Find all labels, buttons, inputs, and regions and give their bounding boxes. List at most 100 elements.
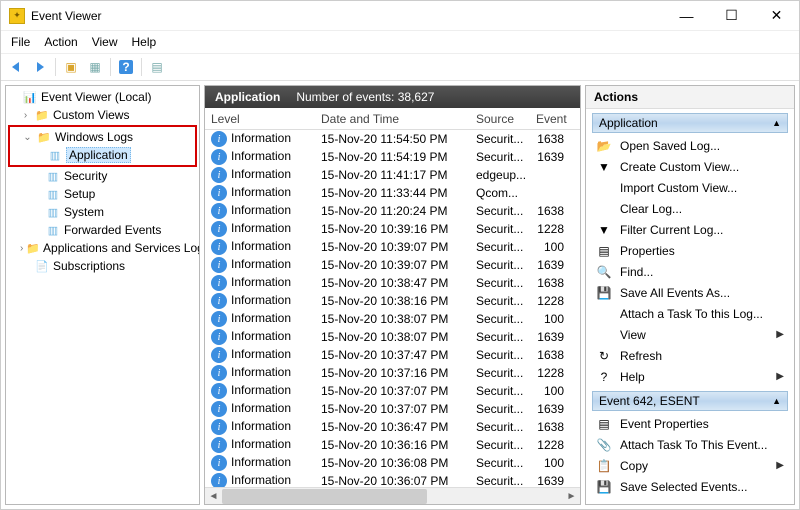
action-item[interactable]: ▤Properties [592, 240, 788, 261]
action-label: Import Custom View... [620, 181, 737, 195]
forward-button[interactable] [29, 56, 51, 78]
tree-subscriptions[interactable]: 📄Subscriptions [8, 257, 197, 275]
action-item[interactable]: 📂Open Saved Log... [592, 135, 788, 156]
info-icon: i [211, 311, 227, 327]
table-row[interactable]: iInformation15-Nov-20 10:38:16 PMSecurit… [205, 292, 580, 310]
action-item[interactable]: ▼Create Custom View... [592, 156, 788, 177]
tree-setup[interactable]: ▥Setup [8, 185, 197, 203]
table-row[interactable]: iInformation15-Nov-20 10:37:07 PMSecurit… [205, 400, 580, 418]
menu-view[interactable]: View [92, 35, 118, 49]
action-label: Event Properties [620, 417, 709, 431]
actions-group-application[interactable]: Application▲ [592, 113, 788, 133]
extra-button[interactable]: ▤ [146, 56, 168, 78]
info-icon: i [211, 203, 227, 219]
info-icon: i [211, 221, 227, 237]
scroll-thumb[interactable] [222, 489, 427, 504]
action-icon [596, 306, 612, 322]
action-item[interactable]: ▼Filter Current Log... [592, 219, 788, 240]
tree-app-services[interactable]: ›📁Applications and Services Logs [8, 239, 197, 257]
action-label: Properties [620, 244, 675, 258]
col-level[interactable]: Level [205, 112, 315, 126]
help-button[interactable]: ? [115, 56, 137, 78]
info-icon: i [211, 239, 227, 255]
table-row[interactable]: iInformation15-Nov-20 10:39:07 PMSecurit… [205, 256, 580, 274]
col-source[interactable]: Source [470, 112, 530, 126]
highlight-box: ⌄📁Windows Logs ▥Application [8, 125, 197, 167]
action-item[interactable]: 🔍Find... [592, 261, 788, 282]
tree-custom-views[interactable]: ›📁Custom Views [8, 106, 197, 124]
close-button[interactable]: ✕ [754, 2, 799, 30]
table-row[interactable]: iInformation15-Nov-20 10:36:07 PMSecurit… [205, 472, 580, 487]
table-row[interactable]: iInformation15-Nov-20 10:38:07 PMSecurit… [205, 310, 580, 328]
table-row[interactable]: iInformation15-Nov-20 10:36:47 PMSecurit… [205, 418, 580, 436]
folder-button[interactable]: ▣ [60, 56, 82, 78]
info-icon: i [211, 365, 227, 381]
minimize-button[interactable]: — [664, 2, 709, 30]
table-row[interactable]: iInformation15-Nov-20 10:36:08 PMSecurit… [205, 454, 580, 472]
event-rows[interactable]: iInformation15-Nov-20 11:54:50 PMSecurit… [205, 130, 580, 487]
tree-system[interactable]: ▥System [8, 203, 197, 221]
collapse-icon: ▲ [772, 118, 781, 128]
column-headers[interactable]: Level Date and Time Source Event I [205, 108, 580, 130]
list-pane: Application Number of events: 38,627 Lev… [204, 85, 581, 505]
tree-root[interactable]: 📊Event Viewer (Local) [8, 88, 197, 106]
action-item[interactable]: ?Help▶ [592, 366, 788, 387]
action-label: Attach a Task To this Log... [620, 307, 763, 321]
action-item[interactable]: Attach a Task To this Log... [592, 303, 788, 324]
action-item[interactable]: 💾Save Selected Events... [592, 476, 788, 497]
table-row[interactable]: iInformation15-Nov-20 11:33:44 PMQcom... [205, 184, 580, 202]
table-row[interactable]: iInformation15-Nov-20 11:20:24 PMSecurit… [205, 202, 580, 220]
info-icon: i [211, 131, 227, 147]
table-row[interactable]: iInformation15-Nov-20 10:39:16 PMSecurit… [205, 220, 580, 238]
table-row[interactable]: iInformation15-Nov-20 10:38:47 PMSecurit… [205, 274, 580, 292]
action-icon [596, 327, 612, 343]
table-row[interactable]: iInformation15-Nov-20 11:41:17 PMedgeup.… [205, 166, 580, 184]
action-item[interactable]: Clear Log... [592, 198, 788, 219]
action-icon: ? [596, 369, 612, 385]
actions-pane: Actions Application▲ 📂Open Saved Log...▼… [585, 85, 795, 505]
action-label: Save All Events As... [620, 286, 730, 300]
horizontal-scrollbar[interactable]: ◄ ► [205, 487, 580, 504]
table-row[interactable]: iInformation15-Nov-20 11:54:19 PMSecurit… [205, 148, 580, 166]
actions-group-event[interactable]: Event 642, ESENT▲ [592, 391, 788, 411]
action-icon: ▤ [596, 416, 612, 432]
list-title: Application [215, 90, 280, 104]
action-item[interactable]: 💾Save All Events As... [592, 282, 788, 303]
action-item[interactable]: 📎Attach Task To This Event... [592, 434, 788, 455]
menu-file[interactable]: File [11, 35, 30, 49]
table-row[interactable]: iInformation15-Nov-20 10:38:07 PMSecurit… [205, 328, 580, 346]
action-item[interactable]: 📋Copy▶ [592, 455, 788, 476]
info-icon: i [211, 455, 227, 471]
info-icon: i [211, 185, 227, 201]
action-label: Save Selected Events... [620, 480, 747, 494]
table-row[interactable]: iInformation15-Nov-20 10:37:07 PMSecurit… [205, 382, 580, 400]
action-item[interactable]: ▤ Event Properties [592, 413, 788, 434]
titlebar: ✦ Event Viewer — ☐ ✕ [1, 1, 799, 31]
scroll-left-icon[interactable]: ◄ [205, 491, 222, 502]
menu-action[interactable]: Action [44, 35, 77, 49]
tree-windows-logs[interactable]: ⌄📁Windows Logs [10, 128, 195, 146]
table-row[interactable]: iInformation15-Nov-20 10:37:16 PMSecurit… [205, 364, 580, 382]
action-label: Refresh [620, 349, 662, 363]
back-button[interactable] [5, 56, 27, 78]
scroll-right-icon[interactable]: ► [563, 491, 580, 502]
action-item[interactable]: ↻Refresh [592, 345, 788, 366]
info-icon: i [211, 257, 227, 273]
submenu-icon: ▶ [776, 371, 784, 382]
maximize-button[interactable]: ☐ [709, 2, 754, 30]
view-button[interactable]: ▦ [84, 56, 106, 78]
tree-security[interactable]: ▥Security [8, 167, 197, 185]
info-icon: i [211, 473, 227, 487]
tree-application[interactable]: ▥Application [10, 146, 195, 164]
list-header: Application Number of events: 38,627 [205, 86, 580, 108]
menu-help[interactable]: Help [132, 35, 157, 49]
table-row[interactable]: iInformation15-Nov-20 10:37:47 PMSecurit… [205, 346, 580, 364]
table-row[interactable]: iInformation15-Nov-20 10:36:16 PMSecurit… [205, 436, 580, 454]
col-event[interactable]: Event I [530, 112, 570, 126]
action-item[interactable]: View▶ [592, 324, 788, 345]
col-date[interactable]: Date and Time [315, 112, 470, 126]
action-item[interactable]: Import Custom View... [592, 177, 788, 198]
table-row[interactable]: iInformation15-Nov-20 11:54:50 PMSecurit… [205, 130, 580, 148]
table-row[interactable]: iInformation15-Nov-20 10:39:07 PMSecurit… [205, 238, 580, 256]
tree-forwarded[interactable]: ▥Forwarded Events [8, 221, 197, 239]
